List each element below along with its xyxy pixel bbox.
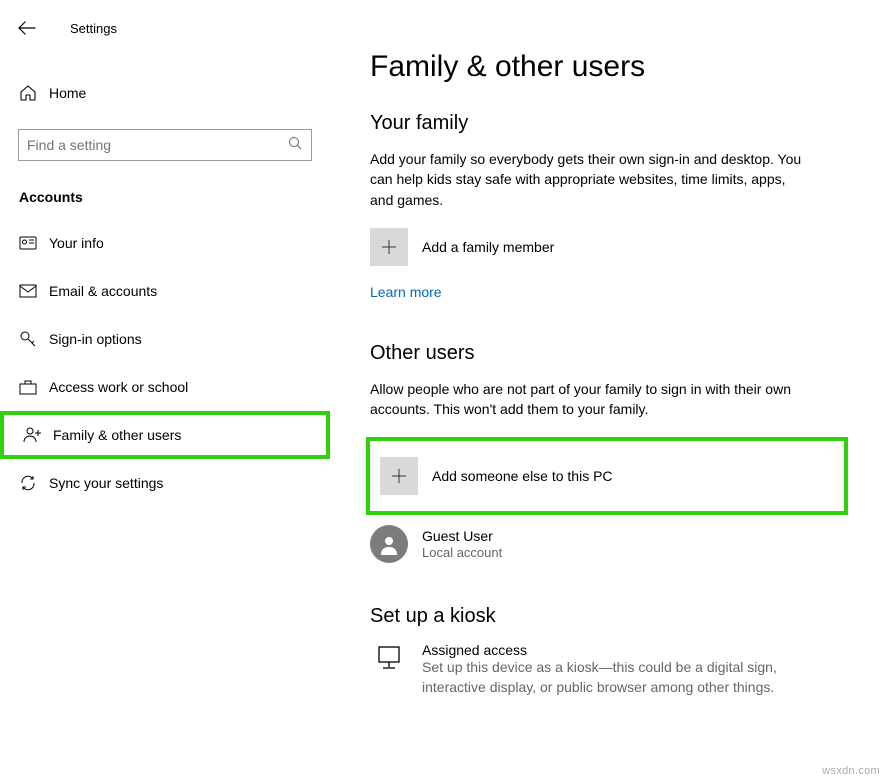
sidebar-item-email[interactable]: Email & accounts [0, 267, 330, 315]
id-card-icon [19, 236, 49, 250]
sidebar-item-label: Sync your settings [49, 475, 163, 491]
mail-icon [19, 284, 49, 298]
window-title: Settings [50, 21, 117, 36]
header-bar: Settings [0, 15, 330, 41]
back-icon[interactable] [18, 21, 50, 35]
home-label: Home [49, 85, 86, 101]
add-other-user-button[interactable]: Add someone else to this PC [366, 437, 848, 515]
sidebar-section-accounts: Accounts [0, 161, 330, 219]
other-users-desc: Allow people who are not part of your fa… [370, 379, 810, 420]
sidebar-item-signin[interactable]: Sign-in options [0, 315, 330, 363]
sidebar-item-label: Your info [49, 235, 104, 251]
sidebar-item-label: Email & accounts [49, 283, 157, 299]
sidebar: Settings Home Accounts Your info E [0, 0, 330, 781]
briefcase-icon [19, 379, 49, 395]
plus-icon [380, 457, 418, 495]
assigned-access-button[interactable]: Assigned access Set up this device as a … [370, 642, 848, 697]
watermark: wsxdn.com [822, 765, 880, 777]
sidebar-item-label: Family & other users [53, 427, 181, 443]
kiosk-desc: Set up this device as a kiosk—this could… [422, 658, 842, 697]
kiosk-heading: Set up a kiosk [370, 605, 848, 628]
sidebar-item-label: Sign-in options [49, 331, 142, 347]
avatar-icon [370, 525, 408, 563]
sidebar-item-label: Access work or school [49, 379, 188, 395]
guest-user-row[interactable]: Guest User Local account [370, 525, 848, 563]
sidebar-item-your-info[interactable]: Your info [0, 219, 330, 267]
page-title: Family & other users [370, 50, 848, 84]
add-family-button[interactable]: Add a family member [370, 228, 848, 266]
search-input[interactable] [27, 137, 267, 153]
kiosk-title: Assigned access [422, 642, 842, 658]
other-users-heading: Other users [370, 342, 848, 365]
search-box[interactable] [18, 129, 312, 161]
sidebar-item-work-school[interactable]: Access work or school [0, 363, 330, 411]
guest-user-name: Guest User [422, 527, 502, 545]
plus-icon [370, 228, 408, 266]
settings-window: Settings Home Accounts Your info E [0, 0, 888, 781]
learn-more-link[interactable]: Learn more [370, 284, 442, 300]
home-button[interactable]: Home [0, 75, 330, 111]
guest-user-sub: Local account [422, 545, 502, 562]
search-icon [288, 136, 303, 154]
monitor-icon [370, 642, 408, 672]
main-panel: Family & other users Your family Add you… [330, 0, 888, 781]
family-desc: Add your family so everybody gets their … [370, 149, 810, 210]
guest-user-meta: Guest User Local account [422, 527, 502, 562]
add-family-label: Add a family member [422, 239, 554, 255]
people-icon [23, 426, 53, 444]
home-icon [19, 84, 49, 102]
sidebar-item-sync[interactable]: Sync your settings [0, 459, 330, 507]
family-heading: Your family [370, 112, 848, 135]
add-other-user-label: Add someone else to this PC [432, 468, 613, 484]
sync-icon [19, 474, 49, 492]
kiosk-meta: Assigned access Set up this device as a … [422, 642, 842, 697]
sidebar-item-family[interactable]: Family & other users [0, 411, 330, 459]
key-icon [19, 330, 49, 348]
